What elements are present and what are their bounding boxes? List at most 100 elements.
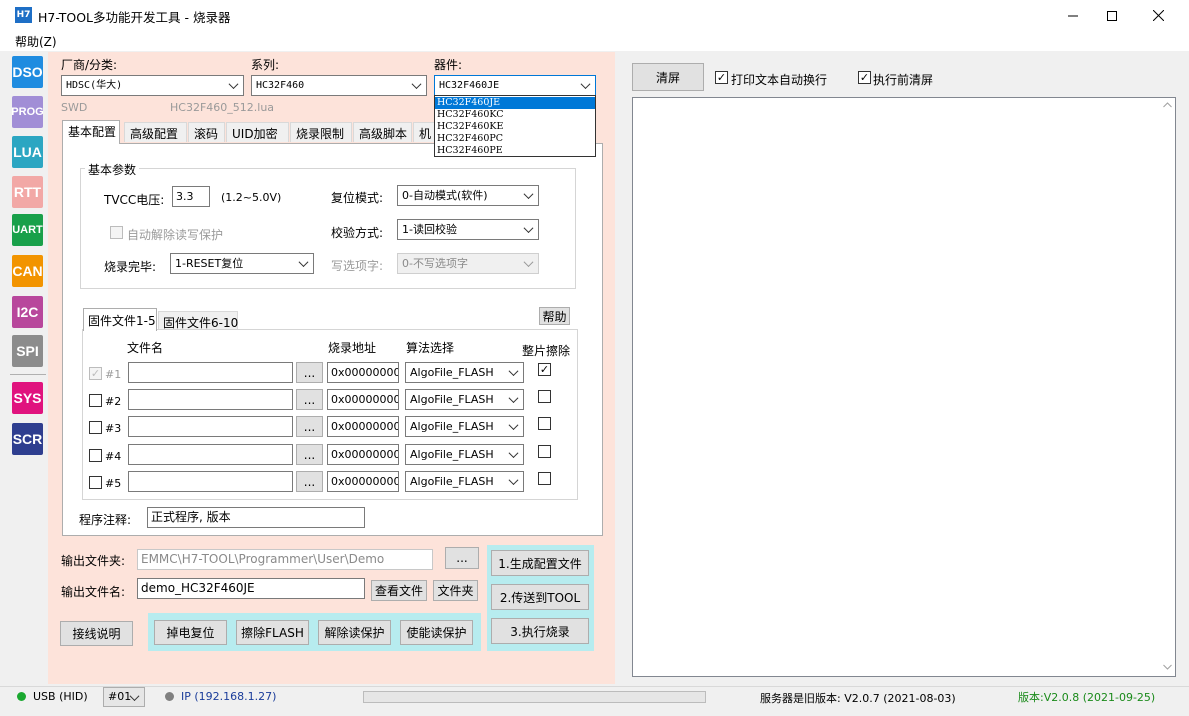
sidebar-item-prog[interactable]: PROG (11, 96, 44, 128)
file-path-input[interactable] (128, 416, 293, 437)
option-select[interactable]: 0-不写选项字 (397, 253, 539, 274)
tab-2[interactable]: 滚码 (188, 122, 225, 142)
verify-select[interactable]: 1-读回校验 (397, 219, 539, 240)
tvcc-input[interactable]: 3.3 (172, 186, 210, 207)
vendor-select[interactable]: HDSC(华大) (61, 75, 244, 96)
file-address-input[interactable]: 0x00000000 (327, 389, 399, 410)
maximize-icon (1107, 10, 1117, 21)
comment-label: 程序注释: (79, 513, 132, 527)
device-option[interactable]: HC32F460JE (435, 97, 595, 109)
sidebar-item-spi[interactable]: SPI (12, 335, 43, 367)
file-browse-button[interactable]: ... (296, 389, 323, 410)
file-browse-button[interactable]: ... (296, 416, 323, 437)
basic-params-title: 基本参数 (85, 161, 140, 178)
file-erase-checkbox[interactable]: ✓ (538, 363, 551, 376)
file-algo-select[interactable]: AlgoFile_FLASH (405, 444, 524, 465)
file-erase-checkbox[interactable] (538, 390, 551, 403)
view-file-button[interactable]: 查看文件 (371, 580, 427, 601)
file-address-input[interactable]: 0x00000000 (327, 416, 399, 437)
open-folder-button[interactable]: 文件夹 (433, 580, 478, 601)
file-address-input[interactable]: 0x00000000 (327, 444, 399, 465)
vendor-label: 厂商/分类: (61, 58, 118, 72)
file-address-input[interactable]: 0x00000000 (327, 471, 399, 492)
sidebar-item-dso[interactable]: DSO (12, 56, 43, 88)
file-address-input[interactable]: 0x00000000 (327, 362, 399, 383)
device-option[interactable]: HC32F460KC (435, 109, 595, 121)
file-algo-select[interactable]: AlgoFile_FLASH (405, 362, 524, 383)
output-name-input[interactable]: demo_HC32F460JE (137, 578, 365, 599)
scroll-down-icon[interactable] (1163, 664, 1172, 670)
sidebar-item-can[interactable]: CAN (12, 255, 43, 287)
file-browse-button[interactable]: ... (296, 444, 323, 465)
unlock-read-protection-button[interactable]: 解除读保护 (318, 620, 391, 645)
wiring-guide-button[interactable]: 接线说明 (60, 621, 133, 646)
file-enable-checkbox[interactable]: ✓ (89, 367, 102, 380)
files-help-button[interactable]: 帮助 (539, 307, 570, 325)
clear-before-checkbox[interactable]: ✓ (858, 71, 871, 84)
erase-flash-button[interactable]: 擦除FLASH (236, 620, 309, 645)
check-icon: ✓ (859, 71, 870, 84)
menu-bar (0, 31, 1189, 51)
file-erase-checkbox[interactable] (538, 445, 551, 458)
series-select[interactable]: HC32F460 (251, 75, 427, 96)
file-enable-checkbox[interactable] (89, 449, 102, 462)
file-enable-checkbox[interactable] (89, 421, 102, 434)
sidebar-item-lua[interactable]: LUA (12, 136, 43, 168)
file-path-input[interactable] (128, 444, 293, 465)
comment-input[interactable]: 正式程序, 版本 (147, 507, 365, 528)
clear-log-button[interactable]: 清屏 (632, 63, 704, 91)
sidebar-item-uart[interactable]: UART (12, 214, 43, 246)
menu-help[interactable]: 帮助(Z) (15, 33, 57, 50)
device-option[interactable]: HC32F460KE (435, 121, 595, 133)
execute-program-button[interactable]: 3.执行烧录 (491, 618, 589, 644)
sidebar-item-i2c[interactable]: I2C (12, 296, 43, 328)
device-select[interactable]: HC32F460JE (434, 75, 596, 96)
output-folder-input[interactable]: EMMC\H7-TOOL\Programmer\User\Demo (137, 549, 433, 570)
file-path-input[interactable] (128, 471, 293, 492)
sidebar-item-rtt[interactable]: RTT (12, 176, 43, 208)
wrap-text-checkbox[interactable]: ✓ (715, 71, 728, 84)
file-enable-checkbox[interactable] (89, 476, 102, 489)
close-button[interactable] (1135, 0, 1181, 31)
output-folder-browse-button[interactable]: ... (445, 547, 479, 569)
tab-6[interactable]: 机 (413, 122, 435, 142)
generate-config-button[interactable]: 1.生成配置文件 (491, 550, 589, 576)
file-enable-checkbox[interactable] (89, 394, 102, 407)
device-option[interactable]: HC32F460PC (435, 133, 595, 145)
file-browse-button[interactable]: ... (296, 362, 323, 383)
log-scrollbar[interactable] (1160, 98, 1175, 676)
tab-5[interactable]: 高级脚本 (353, 122, 412, 142)
tab-files-1-5[interactable]: 固件文件1-5 (83, 308, 157, 331)
sidebar-item-sys[interactable]: SYS (12, 382, 43, 414)
file-algo-select[interactable]: AlgoFile_FLASH (405, 416, 524, 437)
device-option[interactable]: HC32F460PE (435, 145, 595, 157)
tvcc-label: TVCC电压: (104, 193, 165, 207)
tab-3[interactable]: UID加密 (226, 122, 289, 142)
tab-0[interactable]: 基本配置 (62, 120, 120, 144)
tab-1[interactable]: 高级配置 (124, 122, 187, 142)
maximize-button[interactable] (1089, 0, 1135, 31)
file-path-input[interactable] (128, 389, 293, 410)
file-path-input[interactable] (128, 362, 293, 383)
scroll-up-icon[interactable] (1163, 102, 1172, 108)
splitter[interactable] (615, 52, 625, 684)
transfer-to-tool-button[interactable]: 2.传送到TOOL (491, 584, 589, 610)
sidebar-item-scr[interactable]: SCR (12, 423, 43, 455)
log-output[interactable] (632, 97, 1176, 677)
col-address: 烧录地址 (328, 341, 377, 355)
file-algo-select[interactable]: AlgoFile_FLASH (405, 471, 524, 492)
enable-read-protection-button[interactable]: 使能读保护 (400, 620, 473, 645)
file-algo-value: AlgoFile_FLASH (410, 448, 494, 461)
tab-files-6-10[interactable]: 固件文件6-10 (158, 311, 238, 330)
auto-unlock-checkbox[interactable] (110, 226, 123, 239)
tab-4[interactable]: 烧录限制 (290, 122, 352, 142)
reset-mode-select[interactable]: 0-自动模式(软件) (397, 185, 539, 206)
file-algo-select[interactable]: AlgoFile_FLASH (405, 389, 524, 410)
finish-select[interactable]: 1-RESET复位 (170, 253, 314, 274)
file-erase-checkbox[interactable] (538, 417, 551, 430)
port-select[interactable]: #01 (103, 687, 145, 707)
file-index: #5 (105, 477, 122, 490)
file-browse-button[interactable]: ... (296, 471, 323, 492)
power-reset-button[interactable]: 掉电复位 (154, 620, 227, 645)
file-erase-checkbox[interactable] (538, 472, 551, 485)
